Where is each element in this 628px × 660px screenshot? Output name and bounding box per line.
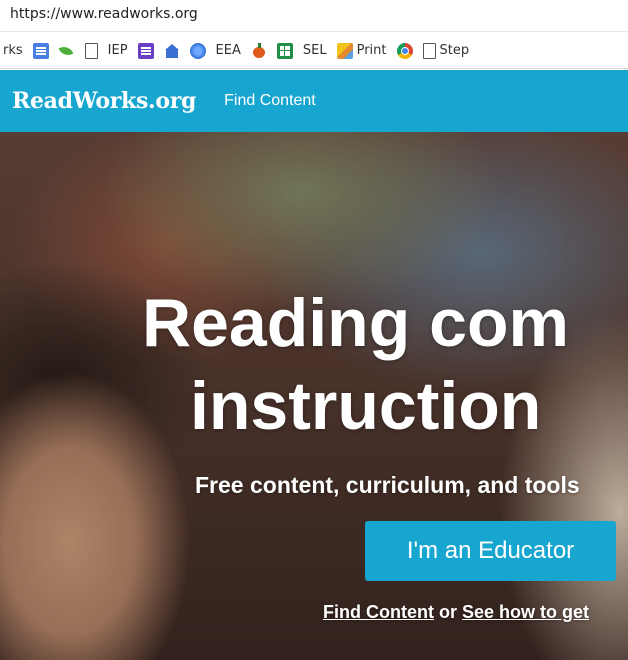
bookmark-school[interactable] — [164, 43, 180, 59]
hero-title: Reading com instruction — [142, 282, 628, 448]
bookmark-chrome[interactable] — [396, 42, 413, 59]
bookmark-label: IEP — [107, 43, 128, 58]
sheet-icon — [276, 42, 293, 59]
chrome-icon — [396, 42, 413, 59]
bookmark-step[interactable]: Step — [422, 42, 470, 59]
hero-title-line2: instruction — [190, 367, 542, 444]
bookmark-apple[interactable] — [251, 42, 267, 59]
find-content-link[interactable]: Find Content — [323, 602, 434, 622]
form-icon — [137, 42, 154, 59]
bookmark-sel[interactable]: SEL — [303, 43, 327, 58]
bookmark-label: SEL — [302, 43, 327, 58]
see-how-link[interactable]: See how to get — [462, 602, 589, 622]
nav-find-content[interactable]: Find Content — [224, 92, 316, 110]
bookmark-rks[interactable]: rks — [3, 43, 23, 58]
educator-button[interactable]: I'm an Educator — [365, 521, 616, 581]
bookmarks-bar: rks IEP EEA SEL Print Step — [0, 33, 628, 69]
bookmark-form[interactable] — [137, 42, 154, 59]
leaf-icon — [59, 43, 75, 59]
docs-icon — [32, 42, 49, 59]
bookmark-label: Step — [439, 43, 470, 58]
page-icon — [422, 42, 436, 59]
bookmark-leaf[interactable] — [59, 43, 75, 59]
hero-subtitle: Free content, curriculum, and tools — [195, 472, 580, 498]
bookmark-globe[interactable] — [189, 42, 206, 59]
globe-icon — [189, 42, 206, 59]
page-icon — [84, 42, 98, 59]
url-text[interactable]: https://www.readworks.org — [10, 6, 198, 22]
bookmark-sheet[interactable] — [276, 42, 293, 59]
bookmark-iep[interactable]: IEP — [108, 43, 128, 58]
address-bar[interactable]: https://www.readworks.org — [0, 0, 628, 32]
link-connector: or — [433, 602, 462, 622]
hero-title-line1: Reading com — [142, 285, 569, 361]
bookmark-label: EEA — [215, 43, 241, 58]
bookmark-label: Print — [356, 43, 387, 58]
bookmark-page[interactable] — [84, 42, 98, 59]
bookmark-eea[interactable]: EEA — [216, 43, 241, 58]
bookmark-docs[interactable] — [32, 42, 49, 59]
readworks-logo[interactable]: ReadWorks.org — [12, 88, 196, 114]
hero-links: Find Content or See how to get — [323, 602, 589, 623]
print-icon — [336, 42, 353, 59]
apple-icon — [251, 42, 267, 59]
site-header: ReadWorks.org Find Content — [0, 70, 628, 132]
school-icon — [164, 43, 180, 59]
hero-banner: Reading com instruction Free content, cu… — [0, 132, 628, 660]
bookmark-print[interactable]: Print — [336, 42, 387, 59]
bookmark-label: rks — [3, 43, 23, 58]
